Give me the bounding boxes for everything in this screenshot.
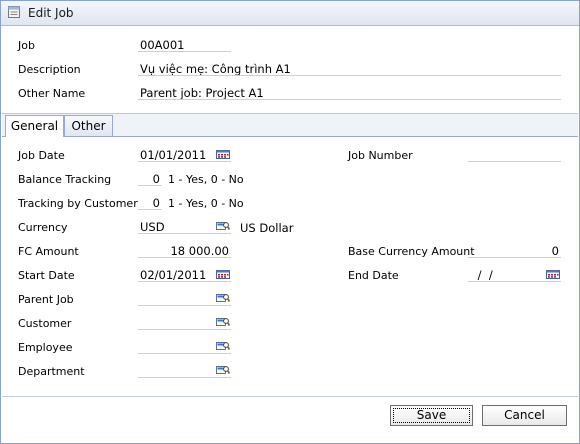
fc-amount-field[interactable]: 18 000.00 (138, 244, 229, 258)
start-date-field[interactable]: 02/01/2011 (140, 268, 206, 282)
parent-job-label: Parent Job (18, 293, 74, 306)
job-date-field[interactable]: 01/01/2011 (140, 148, 206, 162)
other-name-field-underline (138, 99, 561, 100)
end-date-field[interactable]: / / (474, 268, 493, 282)
lookup-icon[interactable] (216, 292, 230, 303)
description-label: Description (18, 63, 81, 76)
start-date-label: Start Date (18, 269, 75, 282)
job-number-underline (468, 161, 561, 162)
job-field-underline (138, 51, 231, 52)
fc-amount-underline (138, 257, 231, 258)
tracking-by-customer-field[interactable]: 0 (138, 196, 160, 210)
job-date-label: Job Date (18, 149, 65, 162)
job-number-label: Job Number (348, 149, 413, 162)
calendar-icon[interactable] (546, 270, 560, 279)
calendar-icon[interactable] (216, 270, 230, 279)
tracking-by-customer-underline (138, 209, 162, 210)
fc-amount-label: FC Amount (18, 245, 79, 258)
currency-underline (138, 233, 231, 234)
other-name-field[interactable]: Parent job: Project A1 (140, 86, 264, 100)
edit-job-icon (8, 6, 20, 18)
save-button[interactable]: Save (390, 405, 473, 426)
customer-underline (138, 329, 231, 330)
balance-tracking-field[interactable]: 0 (138, 172, 160, 186)
currency-name: US Dollar (240, 221, 294, 235)
department-label: Department (18, 365, 85, 378)
employee-label: Employee (18, 341, 73, 354)
tab-other[interactable]: Other (64, 115, 113, 136)
description-field[interactable]: Vụ việc mẹ: Công trình A1 (140, 62, 291, 76)
job-label: Job (18, 39, 35, 52)
job-field[interactable]: 00A001 (140, 38, 184, 52)
title-bar: Edit Job (1, 1, 579, 26)
department-underline (138, 377, 231, 378)
description-field-underline (138, 75, 561, 76)
edit-job-dialog: Edit Job Job 00A001 Description Vụ việc … (0, 0, 580, 444)
tracking-by-customer-label: Tracking by Customer (18, 197, 138, 210)
calendar-icon[interactable] (216, 150, 230, 159)
currency-field[interactable]: USD (140, 220, 165, 234)
employee-underline (138, 353, 231, 354)
start-date-underline (138, 281, 231, 282)
balance-tracking-label: Balance Tracking (18, 173, 112, 186)
cancel-button[interactable]: Cancel (482, 405, 567, 426)
tracking-by-customer-hint: 1 - Yes, 0 - No (168, 197, 244, 210)
base-currency-amount-underline (468, 257, 561, 258)
end-date-label: End Date (348, 269, 399, 282)
balance-tracking-underline (138, 185, 162, 186)
customer-label: Customer (18, 317, 72, 330)
other-name-label: Other Name (18, 87, 86, 100)
lookup-icon[interactable] (216, 340, 230, 351)
lookup-icon[interactable] (216, 220, 230, 231)
lookup-icon[interactable] (216, 364, 230, 375)
balance-tracking-hint: 1 - Yes, 0 - No (168, 173, 244, 186)
window-title: Edit Job (28, 6, 74, 20)
job-date-underline (138, 161, 231, 162)
base-currency-amount-field[interactable]: 0 (468, 244, 559, 258)
tab-general[interactable]: General (5, 115, 64, 137)
footer-divider (2, 396, 578, 397)
end-date-underline (468, 281, 561, 282)
lookup-icon[interactable] (216, 316, 230, 327)
parent-job-underline (138, 305, 231, 306)
currency-label: Currency (18, 221, 68, 234)
base-currency-amount-label: Base Currency Amount (348, 245, 475, 258)
